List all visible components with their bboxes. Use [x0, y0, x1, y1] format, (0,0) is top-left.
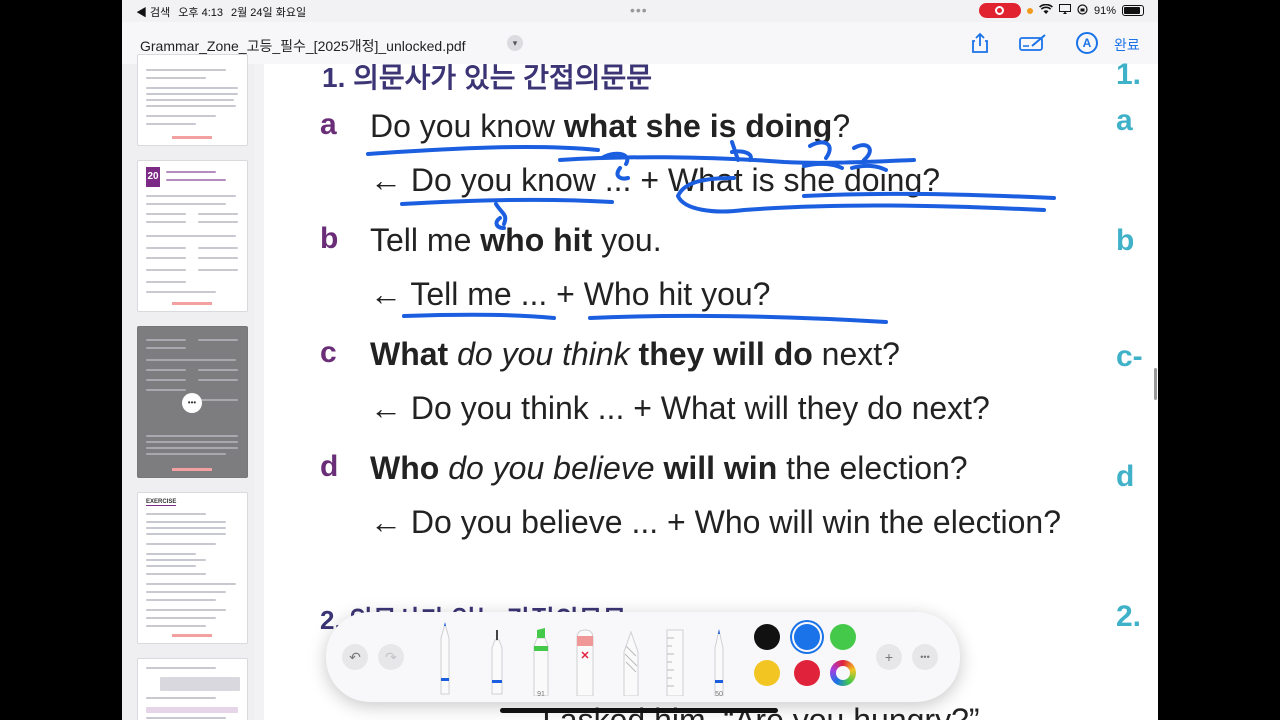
page-thumbnail[interactable]: [137, 658, 248, 720]
page-thumbnail[interactable]: EXERCISE: [137, 492, 248, 644]
underline-stroke: [588, 313, 888, 324]
page-thumbnail[interactable]: 20: [137, 160, 248, 312]
page-thumbnail-sidebar[interactable]: 20 ••• EXERCISE: [122, 54, 254, 720]
color-swatch-green[interactable]: [830, 624, 856, 650]
lasso-tool-icon[interactable]: [620, 626, 642, 697]
color-swatch-red[interactable]: [794, 660, 820, 686]
screen-mirroring-icon: [1058, 4, 1071, 17]
screen-recording-icon[interactable]: [978, 3, 1021, 18]
unit-badge: 20: [146, 167, 160, 187]
color-swatch-blue-selected[interactable]: [794, 624, 820, 650]
markup-pen-icon[interactable]: [1018, 32, 1048, 59]
marker-tool-icon[interactable]: 91: [530, 624, 552, 698]
redo-icon[interactable]: ↷: [378, 644, 404, 670]
vertical-scrollbar[interactable]: [1154, 368, 1157, 400]
example-sentence-c: What do you think they will do next?: [370, 336, 900, 372]
status-date: 2월 24일 화요일: [231, 7, 307, 19]
status-time: 오후 4:13: [178, 7, 224, 19]
margin-label: d: [1116, 460, 1135, 493]
example-derivation-b: ← Tell me ... + Who hit you?: [370, 276, 771, 312]
document-title[interactable]: Grammar_Zone_고등_필수_[2025개정]_unlocked.pdf: [140, 36, 466, 56]
battery-icon: [1122, 5, 1144, 16]
status-bar: ◀ 검색 오후 4:13 2월 24일 화요일 ••• 91%: [122, 0, 1158, 22]
home-indicator[interactable]: [500, 708, 778, 713]
fineliner-tool-icon[interactable]: [486, 620, 508, 696]
more-options-button[interactable]: •••: [912, 644, 938, 670]
pen-width-label: 50: [715, 691, 723, 698]
chevron-down-icon[interactable]: ▾: [507, 35, 523, 51]
example-sentence-b: Tell me who hit you.: [370, 222, 662, 258]
battery-percent: 91%: [1093, 4, 1116, 17]
ipad-screen: ◀ 검색 오후 4:13 2월 24일 화요일 ••• 91% Grammar_…: [122, 0, 1158, 720]
underline-stroke: [400, 197, 614, 206]
example-sentence-a: Do you know what she is doing?: [370, 108, 851, 144]
back-to-search-link[interactable]: ◀ 검색: [136, 4, 170, 20]
pencil-tool-icon[interactable]: 50: [708, 624, 730, 698]
ruler-tool-icon[interactable]: [664, 626, 686, 697]
exercise-label: EXERCISE: [146, 499, 177, 506]
share-icon[interactable]: [970, 32, 990, 59]
section-heading: 1. 의문사가 있는 간접의문문: [322, 64, 653, 93]
pen-tool-icon[interactable]: [434, 616, 456, 696]
document-nav-bar: Grammar_Zone_고등_필수_[2025개정]_unlocked.pdf…: [122, 22, 1158, 64]
eraser-tool-icon[interactable]: [574, 626, 596, 697]
example-letter-b: b: [320, 222, 339, 255]
mic-indicator-icon: [1026, 7, 1033, 14]
margin-label: b: [1116, 224, 1135, 257]
page-thumbnail-current[interactable]: •••: [137, 326, 248, 478]
underline-stroke: [366, 145, 600, 156]
more-options-icon[interactable]: •••: [182, 393, 202, 413]
underline-stroke: [402, 312, 556, 320]
example-letter-c: c: [320, 336, 337, 369]
multitasking-dots-icon[interactable]: •••: [630, 2, 648, 18]
margin-label: 2.: [1116, 600, 1142, 633]
annotate-circle-icon[interactable]: A: [1076, 32, 1098, 54]
color-swatch-yellow[interactable]: [754, 660, 780, 686]
add-tool-button[interactable]: +: [876, 644, 902, 670]
undo-icon[interactable]: ↶: [342, 644, 368, 670]
example-sentence-d: Who do you believe will win the election…: [370, 450, 968, 486]
margin-label: 1.: [1116, 58, 1142, 91]
example-letter-d: d: [320, 450, 339, 483]
adjacent-page-margin: 1. a b c- d 2.: [1110, 58, 1158, 720]
margin-label: c-: [1116, 340, 1143, 373]
pencil-toolbar: ↶ ↷ 91 50 + •••: [326, 612, 960, 702]
example-derivation-a: ← Do you know ... + What is she doing?: [370, 162, 941, 198]
margin-label: a: [1116, 104, 1133, 137]
done-button[interactable]: 완료: [1114, 35, 1140, 55]
color-picker-icon[interactable]: [830, 660, 856, 686]
page-thumbnail[interactable]: [137, 54, 248, 146]
wifi-icon: [1039, 3, 1053, 18]
lock-rotation-icon: [1077, 3, 1088, 18]
example-derivation-d: ← Do you believe ... + Who will win the …: [370, 504, 1061, 540]
example-derivation-c: ← Do you think ... + What will they do n…: [370, 390, 990, 426]
marker-width-label: 91: [537, 691, 545, 698]
example-letter-a: a: [320, 108, 337, 141]
color-swatch-black[interactable]: [754, 624, 780, 650]
